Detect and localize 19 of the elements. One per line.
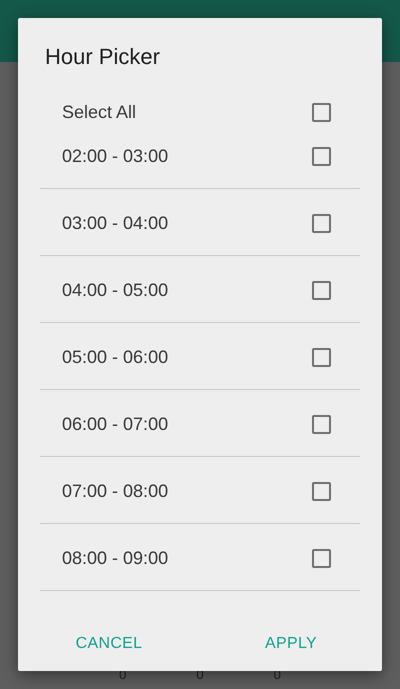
hour-label: 04:00 - 05:00 — [62, 279, 168, 301]
hour-label: 06:00 - 07:00 — [62, 413, 168, 435]
checkbox[interactable] — [312, 414, 331, 434]
hour-label: 08:00 - 09:00 — [62, 547, 168, 569]
checkbox[interactable] — [312, 548, 331, 568]
cancel-button[interactable]: CANCEL — [66, 626, 152, 662]
checkbox[interactable] — [312, 146, 331, 166]
hour-label: 05:00 - 06:00 — [62, 346, 168, 368]
checkbox[interactable] — [312, 482, 331, 500]
checkbox[interactable] — [312, 280, 331, 300]
hour-label: 03:00 - 04:00 — [62, 212, 168, 234]
dialog-title: Hour Picker — [45, 43, 161, 71]
apply-button[interactable]: APPLY — [255, 626, 327, 662]
checkbox[interactable] — [312, 102, 331, 122]
hour-label: 02:00 - 03:00 — [62, 145, 168, 167]
select-all-label: Select All — [62, 101, 136, 123]
checkbox[interactable] — [312, 214, 331, 232]
checkbox[interactable] — [312, 348, 331, 366]
hour-label: 07:00 - 08:00 — [62, 480, 168, 502]
